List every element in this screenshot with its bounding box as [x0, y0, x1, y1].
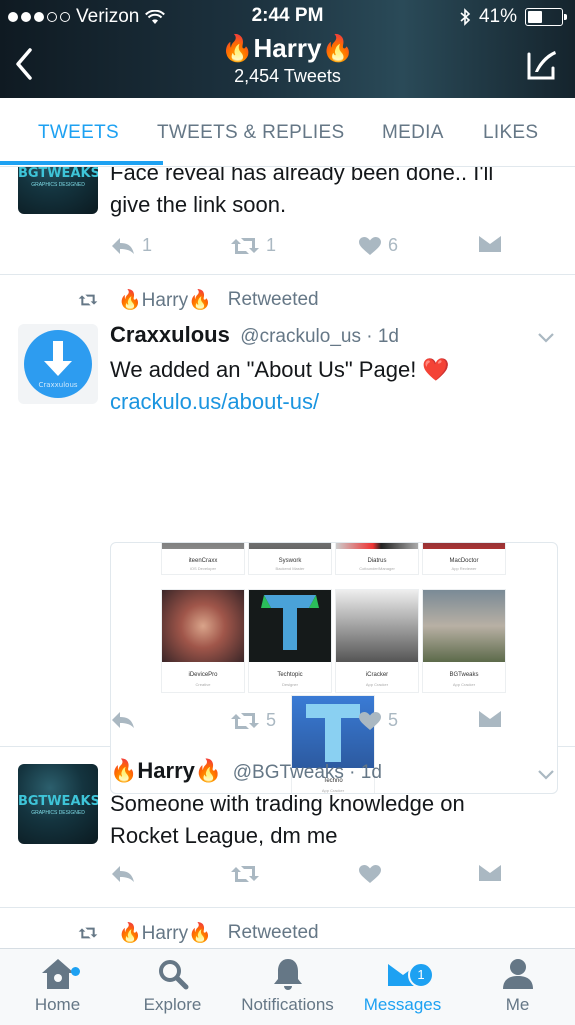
search-icon [158, 960, 188, 990]
direct-message-button[interactable] [478, 710, 502, 728]
reply-icon [112, 237, 134, 254]
tab-tweets-replies[interactable]: TWEETS & REPLIES [157, 122, 344, 144]
tweet-item[interactable]: 🔥Harry🔥 Retweeted [0, 907, 575, 948]
retweet-icon [231, 237, 259, 254]
retweet-button[interactable]: 5 [230, 710, 276, 731]
chevron-down-icon[interactable] [537, 332, 555, 344]
profile-tabs: TWEETS TWEETS & REPLIES MEDIA LIKES [0, 98, 575, 167]
chevron-down-icon[interactable] [537, 769, 555, 781]
tweet-item[interactable]: BGTWEAKS GRAPHICS DESIGNED 🔥Harry🔥 @BGTw… [0, 746, 575, 908]
person-icon [502, 959, 533, 989]
retweeted-by: 🔥Harry🔥 Retweeted [78, 288, 319, 312]
tweet-actions: 1 1 6 [110, 235, 510, 265]
tweet-text: Someone with trading knowledge on Rocket… [110, 791, 465, 848]
member-card: iCracker App Cracker [335, 589, 419, 693]
tweet-item[interactable]: 🔥Harry🔥 Retweeted Craxxulous Craxxulous … [0, 274, 575, 794]
avatar[interactable]: BGTWEAKS GRAPHICS DESIGNED [18, 764, 98, 844]
author-handle: @crackulo_us · 1d [240, 326, 399, 347]
tweet-link[interactable]: crackulo.us/about-us/ [110, 386, 319, 418]
bell-icon [273, 959, 302, 990]
author-name[interactable]: Craxxulous [110, 322, 230, 347]
compose-tweet-icon[interactable] [525, 48, 559, 82]
nav-messages[interactable]: 1 Messages [345, 957, 460, 1015]
tweet-count: 2,454 Tweets [234, 66, 341, 86]
avatar[interactable]: BGTWEAKS GRAPHICS DESIGNED [18, 167, 98, 214]
envelope-icon [479, 865, 501, 881]
author-name[interactable]: 🔥Harry🔥 [110, 758, 222, 783]
download-logo-icon: Craxxulous [24, 330, 92, 398]
reply-button[interactable] [110, 710, 136, 730]
tab-media[interactable]: MEDIA [382, 122, 444, 144]
tweet-text: Face reveal has already been done.. I'll… [110, 167, 494, 217]
nav-me[interactable]: Me [460, 957, 575, 1015]
tab-likes[interactable]: LIKES [483, 122, 538, 144]
battery-icon [525, 8, 567, 26]
envelope-icon [479, 711, 501, 727]
envelope-icon [479, 236, 501, 252]
member-card: Techtopic Designer [248, 589, 332, 693]
retweet-icon [231, 866, 259, 882]
tweet-text: We added an "About Us" Page! ❤️ [110, 357, 450, 382]
tweet-feed[interactable]: BGTWEAKS GRAPHICS DESIGNED Face reveal h… [0, 167, 575, 948]
like-button[interactable] [358, 864, 382, 884]
direct-message-button[interactable] [478, 235, 502, 253]
reply-button[interactable]: 1 [110, 235, 152, 256]
profile-header: Verizon 2:44 PM 41% 🔥Harry🔥 2,454 Tweets [0, 0, 575, 98]
battery-percent: 41% [478, 6, 517, 27]
member-card: BGTweaks App Cracker [422, 589, 506, 693]
nav-home[interactable]: Home [0, 957, 115, 1015]
retweet-icon [78, 294, 98, 306]
retweet-icon [78, 927, 98, 939]
bottom-tab-bar: Home Explore Notifications 1 Messages Me [0, 948, 575, 1025]
avatar[interactable]: Craxxulous [18, 324, 98, 404]
tab-tweets[interactable]: TWEETS [38, 122, 119, 144]
tweet-byline: 🔥Harry🔥 @BGTweaks · 1d [110, 758, 382, 784]
active-tab-indicator [0, 161, 163, 165]
tweet-actions [110, 864, 510, 894]
author-handle: @BGTweaks · 1d [232, 762, 382, 783]
status-bar: Verizon 2:44 PM 41% [0, 0, 575, 32]
tweet-byline: Craxxulous @crackulo_us · 1d [110, 322, 399, 348]
member-card: iteenCraxx iOS Developer [161, 543, 245, 575]
nav-notifications[interactable]: Notifications [230, 957, 345, 1015]
bluetooth-icon [460, 8, 471, 26]
messages-badge: 1 [408, 962, 434, 988]
tweet-actions: 5 5 [110, 710, 510, 740]
retweet-button[interactable] [230, 864, 260, 884]
retweet-button[interactable]: 1 [230, 235, 276, 256]
like-button[interactable]: 6 [358, 235, 398, 256]
reply-button[interactable] [110, 864, 136, 884]
reply-icon [112, 712, 134, 728]
svg-text:Craxxulous: Craxxulous [38, 381, 77, 389]
nav-explore[interactable]: Explore [115, 957, 230, 1015]
heart-icon [359, 236, 381, 255]
member-card: iDevicePro Creative [161, 589, 245, 693]
like-button[interactable]: 5 [358, 710, 398, 731]
member-card: Syswork Backend Master [248, 543, 332, 575]
member-card: MacDoctor App Reviewer [422, 543, 506, 575]
heart-icon [359, 865, 381, 883]
direct-message-button[interactable] [478, 864, 502, 882]
tweet-item[interactable]: BGTWEAKS GRAPHICS DESIGNED Face reveal h… [0, 167, 575, 275]
unread-dot [71, 967, 80, 976]
home-icon [41, 959, 74, 989]
profile-name: 🔥Harry🔥 [221, 33, 354, 63]
member-card: Diatrus Cofounder/Manager [335, 543, 419, 575]
retweeted-by: 🔥Harry🔥 Retweeted [78, 921, 319, 945]
heart-icon [359, 711, 381, 730]
retweet-icon [231, 712, 259, 729]
reply-icon [112, 866, 134, 882]
